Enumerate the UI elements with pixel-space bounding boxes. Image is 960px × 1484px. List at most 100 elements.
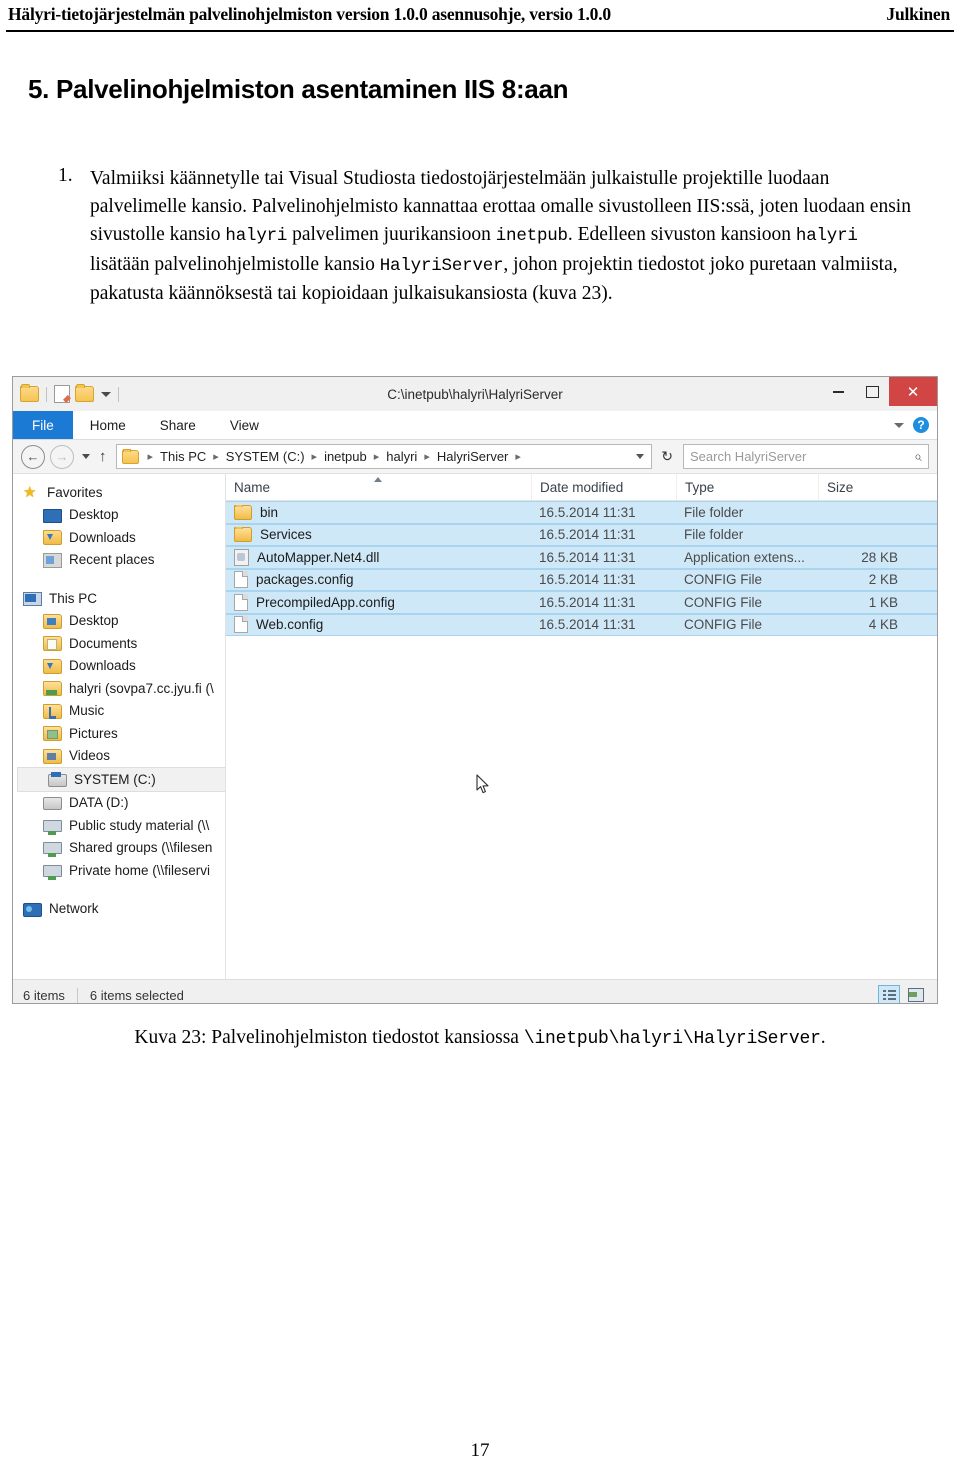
figure-caption: Kuva 23: Palvelinohjelmiston tiedostot k… [0,1027,960,1049]
nav-item-system-c[interactable]: SYSTEM (C:) [17,767,225,792]
nav-item-favorites[interactable]: ★ Favorites [13,481,225,504]
help-icon[interactable]: ? [913,417,929,433]
config-file-icon [234,616,248,634]
tab-file[interactable]: File [13,411,73,439]
back-button[interactable]: ← [21,444,45,469]
status-divider [76,987,78,1003]
nav-item-desktop[interactable]: Desktop [13,610,225,633]
table-row[interactable]: PrecompiledApp.config 16.5.2014 11:31 CO… [226,591,937,614]
details-view-button[interactable] [878,984,900,1003]
table-row[interactable]: packages.config 16.5.2014 11:31 CONFIG F… [226,568,937,591]
nav-item-downloads-fav[interactable]: Downloads [13,526,225,549]
nav-item-network[interactable]: Network [13,898,225,921]
tab-share[interactable]: Share [143,411,213,439]
nav-item-desktop-fav[interactable]: Desktop [13,504,225,527]
network-drive-icon [43,864,62,880]
breadcrumb-item-this-pc[interactable]: This PC [160,449,206,464]
nav-item-shared-groups[interactable]: Shared groups (\\filesen [13,837,225,860]
column-header-name[interactable]: Name [226,474,531,500]
properties-icon[interactable] [54,385,70,403]
nav-item-public-study-material[interactable]: Public study material (\\ [13,814,225,837]
file-size-cell: 1 KB [868,594,898,610]
nav-item-private-home[interactable]: Private home (\\fileservi [13,859,225,882]
column-header-type[interactable]: Type [676,474,818,500]
nav-item-label: Documents [69,635,138,651]
restore-icon [865,385,879,398]
up-button[interactable]: ↑ [99,448,107,465]
nav-item-documents[interactable]: Documents [13,632,225,655]
item-count-label: 6 items [23,987,65,1003]
chevron-down-icon[interactable] [894,422,904,428]
network-drive-icon [43,842,62,858]
file-name-cell: AutoMapper.Net4.dll [226,548,531,566]
column-header-date-modified[interactable]: Date modified [531,474,676,500]
downloads-icon [43,530,62,546]
file-date-cell: 16.5.2014 11:31 [539,594,636,610]
mouse-cursor-icon [476,774,489,794]
file-size-cell: 4 KB [868,617,898,633]
window-title: C:\inetpub\halyri\HalyriServer [387,386,563,402]
new-folder-icon[interactable] [75,384,94,402]
large-icons-view-icon [908,988,924,1002]
nav-item-data-d[interactable]: DATA (D:) [13,792,225,815]
nav-item-halyri-network[interactable]: halyri (sovpa7.cc.jyu.fi (\ [13,677,225,700]
file-name-cell: bin [226,504,531,520]
code-halyriserver: HalyriServer [379,255,504,276]
explorer-body: ★ Favorites Desktop Downloads Recent plac… [13,474,937,979]
table-row[interactable]: Services 16.5.2014 11:31 File folder [226,523,937,546]
recent-locations-icon[interactable] [82,454,90,459]
breadcrumb-separator-5: ▸ [515,451,521,463]
file-date-cell: 16.5.2014 11:31 [539,504,636,520]
breadcrumb[interactable]: ▸ This PC ▸ SYSTEM (C:) ▸ inetpub ▸ haly… [115,444,653,469]
breadcrumb-item-system-c[interactable]: SYSTEM (C:) [226,449,305,464]
column-header-name-label: Name [234,479,271,495]
file-size-cell: 2 KB [868,572,898,588]
chevron-down-icon[interactable] [101,391,111,397]
this-pc-icon [23,592,42,607]
breadcrumb-item-halyri[interactable]: halyri [386,449,417,464]
nav-item-videos[interactable]: Videos [13,745,225,768]
close-button[interactable]: ✕ [889,377,937,406]
folder-icon[interactable] [20,384,39,402]
table-row[interactable]: bin 16.5.2014 11:31 File folder [226,501,937,524]
folder-icon [234,527,252,543]
table-row[interactable]: AutoMapper.Net4.dll 16.5.2014 11:31 Appl… [226,546,937,569]
file-type-cell: File folder [684,527,744,543]
nav-item-label: halyri (sovpa7.cc.jyu.fi (\ [69,680,214,696]
table-row[interactable]: Web.config 16.5.2014 11:31 CONFIG File 4… [226,613,937,636]
file-name-cell: PrecompiledApp.config [226,593,531,611]
file-type-cell: Application extens... [684,549,805,565]
breadcrumb-separator-1: ▸ [213,451,219,463]
file-date-cell: 16.5.2014 11:31 [539,549,636,565]
explorer-title-bar: C:\inetpub\halyri\HalyriServer ✕ [13,377,937,411]
tab-home[interactable]: Home [73,411,143,439]
recent-places-icon [43,552,62,568]
breadcrumb-item-inetpub[interactable]: inetpub [324,449,367,464]
nav-item-this-pc[interactable]: This PC [13,587,225,610]
nav-item-music[interactable]: Music [13,700,225,723]
breadcrumb-tail [636,454,647,459]
nav-item-pictures[interactable]: Pictures [13,722,225,745]
paragraph-text-part-4: lisätään palvelinohjelmistolle kansio [90,253,380,275]
column-header-size[interactable]: Size [818,474,908,500]
forward-button[interactable]: → [50,444,74,469]
caption-suffix: . [820,1027,826,1048]
network-drive-icon [43,819,62,835]
restore-button[interactable] [855,377,889,406]
toolbar-divider [46,386,47,402]
nav-item-recent-places[interactable]: Recent places [13,549,225,572]
file-date-cell: 16.5.2014 11:31 [539,572,636,588]
network-folder-icon [43,681,62,697]
tab-view[interactable]: View [213,411,276,439]
file-name-label: Services [260,527,312,543]
list-item-number: 1. [58,165,73,186]
breadcrumb-item-halyriserver[interactable]: HalyriServer [437,449,509,464]
chevron-down-icon[interactable] [636,454,645,459]
minimize-button[interactable] [821,377,855,406]
file-type-cell: CONFIG File [684,617,763,633]
search-input[interactable]: Search HalyriServer ⌕ [683,444,929,469]
large-icons-view-button[interactable] [905,985,927,1004]
refresh-icon[interactable]: ↻ [661,448,673,465]
nav-item-downloads[interactable]: Downloads [13,655,225,678]
sort-ascending-icon [374,477,382,482]
